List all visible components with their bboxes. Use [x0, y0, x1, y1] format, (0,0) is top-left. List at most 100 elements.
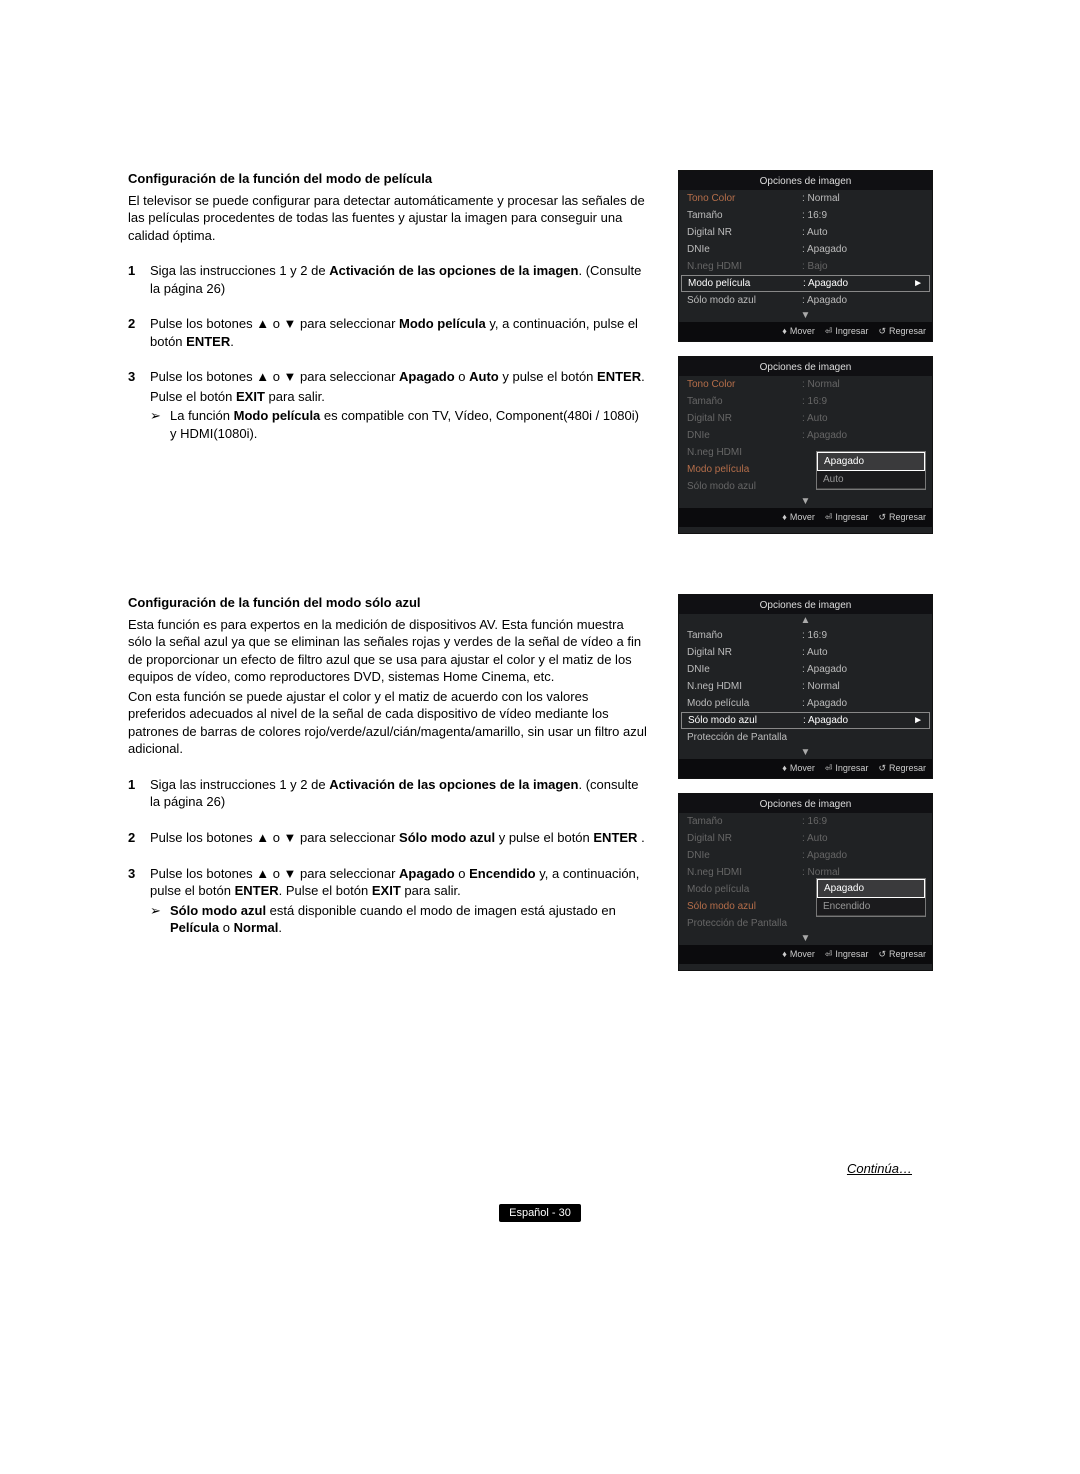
section-1-heading: Configuración de la función del modo de …	[128, 170, 648, 188]
section-2-intro: Esta función es para expertos en la medi…	[128, 616, 648, 686]
osd-row-label: Modo película	[688, 278, 803, 289]
section-2-text: Configuración de la función del modo sól…	[128, 594, 648, 971]
osd-row-value: : Normal	[802, 867, 924, 878]
s1-step-2: 2 Pulse los botones ▲ o ▼ para seleccion…	[128, 315, 648, 350]
osd-row[interactable]: Tono Color: Normal	[679, 376, 932, 393]
osd-row-label: N.neg HDMI	[687, 867, 802, 878]
section-1-intro: El televisor se puede configurar para de…	[128, 192, 648, 245]
osd-row[interactable]: Digital NR: Auto	[679, 830, 932, 847]
osd-row-value: : Bajo	[802, 261, 924, 272]
osd-row-value: : Apagado	[802, 698, 924, 709]
osd-popup-option[interactable]: Apagado	[817, 879, 925, 898]
osd-row[interactable]: Modo película: Apagado	[679, 695, 932, 712]
osd-row-value: : Apagado	[803, 715, 913, 726]
note-arrow-icon: ➢	[150, 407, 170, 442]
osd-row-value: : Auto	[802, 227, 924, 238]
section-2-intro-2: Con esta función se puede ajustar el col…	[128, 688, 648, 758]
osd-hint-move: Mover	[782, 326, 815, 337]
osd-row-label: N.neg HDMI	[687, 447, 802, 458]
osd-row[interactable]: Sólo modo azul: Apagado	[679, 292, 932, 309]
osd-row[interactable]: DNIe: Apagado	[679, 241, 932, 258]
osd-row[interactable]: DNIe: Apagado	[679, 661, 932, 678]
osd-row-label: Digital NR	[687, 833, 802, 844]
osd-row-label: Sólo modo azul	[688, 715, 803, 726]
osd-hint-return: Regresar	[878, 326, 926, 337]
osd-row-value: : Apagado	[802, 295, 924, 306]
scroll-up-icon: ▲	[679, 614, 932, 627]
osd-row-value: : 16:9	[802, 816, 924, 827]
osd-row-value: : Apagado	[802, 850, 924, 861]
osd-row-label: Sólo modo azul	[687, 295, 802, 306]
osd-popup: ApagadoEncendido	[816, 878, 926, 917]
chevron-right-icon: ►	[913, 278, 923, 289]
osd-row-label: Digital NR	[687, 413, 802, 424]
osd-row-value: : 16:9	[802, 396, 924, 407]
osd-row[interactable]: Digital NR: Auto	[679, 644, 932, 661]
osd-row[interactable]: Tamaño: 16:9	[679, 813, 932, 830]
osd-row-value: : 16:9	[802, 210, 924, 221]
osd-hint-return: Regresar	[878, 763, 926, 774]
section-1-osds: Opciones de imagenTono Color: NormalTama…	[678, 170, 933, 534]
osd-row[interactable]: Modo película: Apagado►	[681, 275, 930, 292]
osd-row-label: DNIe	[687, 850, 802, 861]
osd-popup: ApagadoAuto	[816, 451, 926, 490]
osd-row[interactable]: Tamaño: 16:9	[679, 627, 932, 644]
osd-row-label: Protección de Pantalla	[687, 918, 802, 929]
osd-row[interactable]: Protección de Pantalla	[679, 915, 932, 932]
s1-step-3: 3 Pulse los botones ▲ o ▼ para seleccion…	[128, 368, 648, 442]
osd-row-value: : Apagado	[802, 244, 924, 255]
osd-row-value: : Normal	[802, 379, 924, 390]
page-number: Español - 30	[499, 1204, 581, 1222]
osd-row-label: Tamaño	[687, 630, 802, 641]
osd-hint-enter: Ingresar	[825, 949, 869, 960]
osd-panel-2: Opciones de imagenTono Color: NormalTama…	[678, 356, 933, 534]
osd-popup-option[interactable]: Encendido	[817, 898, 925, 916]
osd-row-label: Tono Color	[687, 379, 802, 390]
scroll-down-icon: ▼	[679, 746, 932, 759]
osd-popup-option[interactable]: Auto	[817, 471, 925, 489]
scroll-down-icon: ▼	[679, 495, 932, 508]
osd-row-label: Tamaño	[687, 396, 802, 407]
osd-row[interactable]: Tamaño: 16:9	[679, 207, 932, 224]
osd-footer: MoverIngresarRegresar	[679, 322, 932, 341]
osd-row[interactable]: DNIe: Apagado	[679, 847, 932, 864]
osd-footer: MoverIngresarRegresar	[679, 759, 932, 778]
continue-text: Continúa…	[128, 1161, 912, 1176]
osd-row[interactable]: DNIe: Apagado	[679, 427, 932, 444]
osd-panel-3: Opciones de imagen▲Tamaño: 16:9Digital N…	[678, 594, 933, 779]
osd-hint-enter: Ingresar	[825, 512, 869, 523]
osd-row-value: : Apagado	[803, 278, 913, 289]
s2-step-2: 2 Pulse los botones ▲ o ▼ para seleccion…	[128, 829, 648, 847]
osd-footer: MoverIngresarRegresar	[679, 508, 932, 527]
osd-row[interactable]: Digital NR: Auto	[679, 410, 932, 427]
section-2-osds: Opciones de imagen▲Tamaño: 16:9Digital N…	[678, 594, 933, 971]
osd-footer: MoverIngresarRegresar	[679, 945, 932, 964]
section-2-heading: Configuración de la función del modo sól…	[128, 594, 648, 612]
osd-title: Opciones de imagen	[679, 794, 932, 813]
osd-row-label: Digital NR	[687, 227, 802, 238]
osd-row[interactable]: Digital NR: Auto	[679, 224, 932, 241]
osd-row-label: N.neg HDMI	[687, 681, 802, 692]
osd-row-value: : Auto	[802, 833, 924, 844]
osd-hint-move: Mover	[782, 512, 815, 523]
osd-row-label: Digital NR	[687, 647, 802, 658]
osd-row-value: : Apagado	[802, 664, 924, 675]
osd-row[interactable]: Tamaño: 16:9	[679, 393, 932, 410]
osd-row-label: Modo película	[687, 698, 802, 709]
osd-row-label: DNIe	[687, 244, 802, 255]
osd-panel-4: Opciones de imagenTamaño: 16:9Digital NR…	[678, 793, 933, 971]
osd-row-value: : 16:9	[802, 630, 924, 641]
osd-row[interactable]: Protección de Pantalla	[679, 729, 932, 746]
osd-row[interactable]: N.neg HDMI: Bajo	[679, 258, 932, 275]
osd-row[interactable]: N.neg HDMI: Normal	[679, 678, 932, 695]
osd-title: Opciones de imagen	[679, 171, 932, 190]
page-footer: Español - 30	[128, 1204, 952, 1219]
osd-row-value: : Normal	[802, 193, 924, 204]
osd-hint-return: Regresar	[878, 949, 926, 960]
chevron-right-icon: ►	[913, 715, 923, 726]
osd-popup-option[interactable]: Apagado	[817, 452, 925, 471]
osd-row[interactable]: Sólo modo azul: Apagado►	[681, 712, 930, 729]
s1-step-1: 1 Siga las instrucciones 1 y 2 de Activa…	[128, 262, 648, 297]
osd-row[interactable]: Tono Color: Normal	[679, 190, 932, 207]
osd-row-label: Sólo modo azul	[687, 481, 802, 492]
